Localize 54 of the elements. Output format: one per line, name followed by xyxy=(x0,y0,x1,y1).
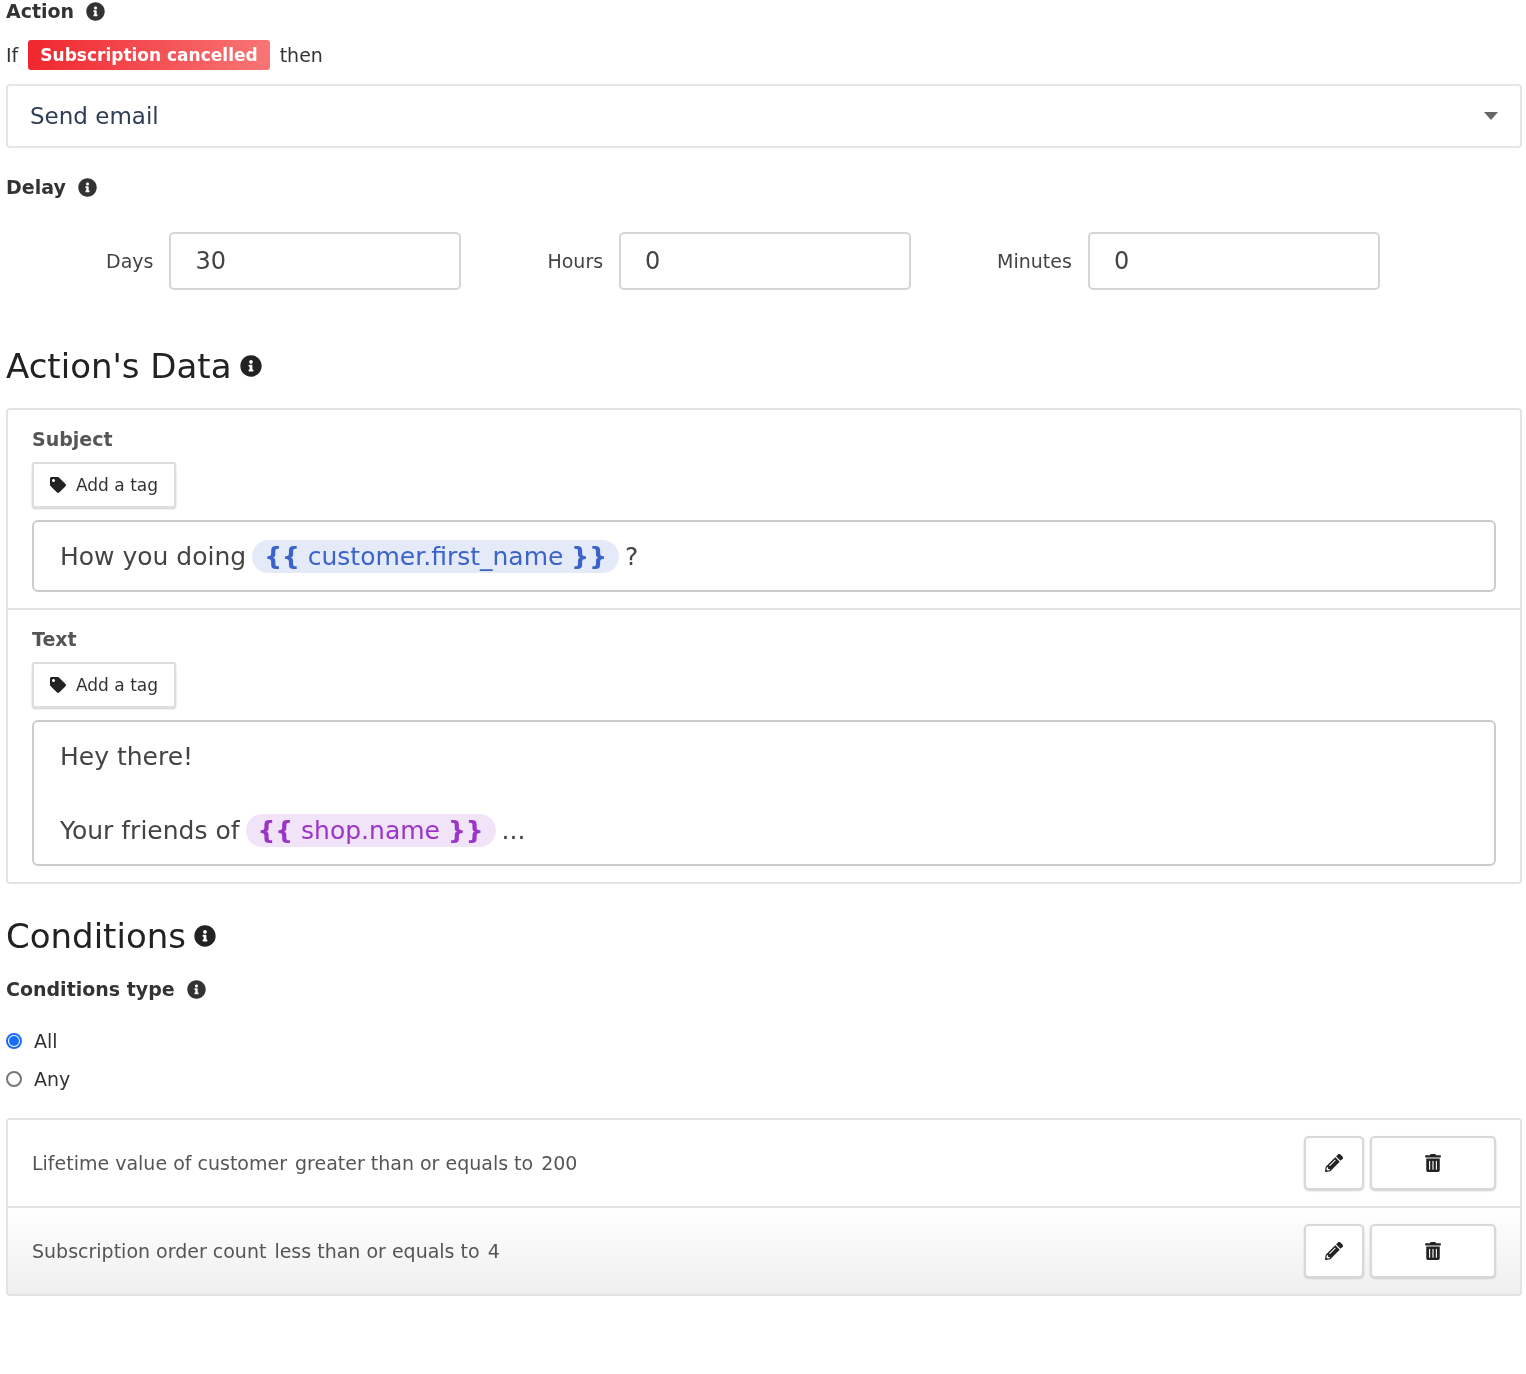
info-icon[interactable] xyxy=(186,979,206,999)
edit-icon xyxy=(1325,1242,1343,1260)
editor-text: How you doing xyxy=(60,541,247,571)
radio-button[interactable] xyxy=(6,1071,22,1087)
field-label: Days xyxy=(106,250,154,272)
field-label: Minutes xyxy=(997,250,1072,272)
delete-button[interactable] xyxy=(1370,1136,1496,1190)
input-field[interactable]: 0 xyxy=(1087,232,1380,290)
section-heading: Conditions xyxy=(6,916,186,956)
condition-field: Lifetime value of customer xyxy=(32,1152,287,1174)
editor-text: ... xyxy=(501,815,526,845)
if-text: If xyxy=(6,44,19,66)
radio-label: Any xyxy=(34,1068,71,1090)
variable-tag: {{ customer.first_name }} xyxy=(252,539,619,573)
edit-button[interactable] xyxy=(1304,1136,1364,1190)
editor-text: ? xyxy=(624,541,639,571)
delete-icon xyxy=(1425,1242,1441,1260)
condition-field: Subscription order count xyxy=(32,1240,267,1262)
field-label: Text xyxy=(32,628,77,650)
caret-icon xyxy=(1484,112,1498,120)
field-label: Hours xyxy=(547,250,604,272)
then-text: then xyxy=(279,44,323,66)
condition-operator: greater than or equals to xyxy=(295,1152,534,1174)
edit-button[interactable] xyxy=(1304,1224,1364,1278)
text-editor[interactable]: Hey there! Your friends of {{ shop.name }} ... xyxy=(32,720,1496,866)
edit-icon xyxy=(1325,1154,1343,1172)
input-field[interactable]: 0 xyxy=(619,232,912,290)
radio-label: All xyxy=(34,1030,58,1052)
radio-button[interactable] xyxy=(6,1033,22,1049)
info-icon[interactable] xyxy=(239,355,262,377)
section-label: Delay xyxy=(6,176,66,198)
editor-text: Hey there! xyxy=(60,741,194,771)
field-label: Subject xyxy=(32,428,113,450)
trigger-badge: Subscription cancelled xyxy=(28,40,270,70)
condition-value: 200 xyxy=(541,1152,578,1174)
section-label: Conditions type xyxy=(6,978,175,1000)
tag-icon xyxy=(50,677,66,693)
info-icon[interactable] xyxy=(77,177,97,197)
tag-icon xyxy=(50,477,66,493)
action-select[interactable]: Send email xyxy=(6,84,1522,148)
section-heading: Action's Data xyxy=(6,346,232,386)
condition-operator: less than or equals to xyxy=(274,1240,480,1262)
delete-icon xyxy=(1425,1154,1441,1172)
delete-button[interactable] xyxy=(1370,1224,1496,1278)
info-icon[interactable] xyxy=(193,925,216,947)
section-label: Action xyxy=(6,0,75,22)
text-editor[interactable]: How you doing {{ customer.first_name }} ? xyxy=(32,520,1496,592)
editor-text: Your friends of xyxy=(60,815,240,845)
input-field[interactable]: 30 xyxy=(169,232,462,290)
info-icon[interactable] xyxy=(86,1,106,21)
add-tag-button[interactable]: Add a tag xyxy=(32,662,176,708)
add-tag-button[interactable]: Add a tag xyxy=(32,462,176,508)
variable-tag: {{ shop.name }} xyxy=(245,813,496,847)
condition-value: 4 xyxy=(487,1240,500,1262)
